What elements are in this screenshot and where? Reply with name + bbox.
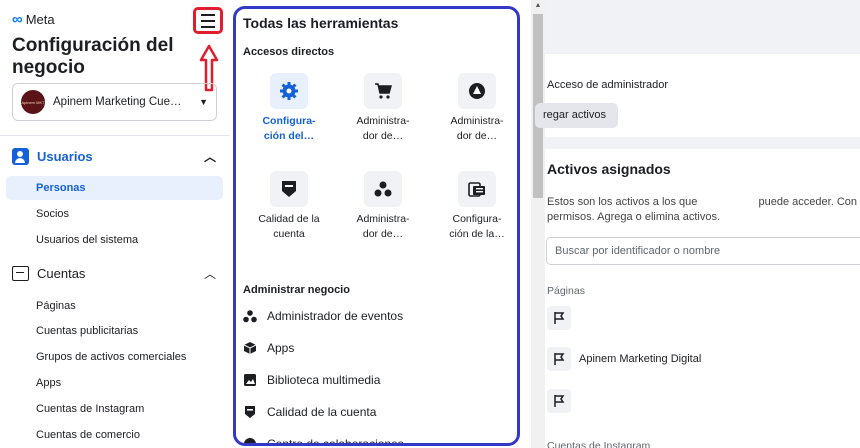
sidebar-item-personas[interactable]: Personas (6, 176, 223, 200)
tool-events-manager[interactable]: Administrador de eventos (243, 309, 403, 323)
shortcut-label: ción del… (263, 130, 315, 142)
shortcut-label: dor de… (456, 130, 498, 142)
tool-apps[interactable]: Apps (243, 341, 294, 355)
page-name: Apinem Marketing Digital (579, 353, 702, 365)
flag-icon (547, 306, 571, 330)
description-line: permisos. Agrega o elimina activos. (547, 211, 721, 223)
section-separator (545, 137, 860, 149)
caret-down-icon: ▼ (199, 97, 208, 107)
business-account-selector[interactable]: Apinem MKT Apinem Marketing Cuent… ▼ (12, 83, 217, 121)
tool-account-quality[interactable]: Calidad de la cuenta (243, 405, 376, 419)
menu-line-icon (201, 25, 215, 28)
handshake-icon (243, 437, 257, 443)
section-accounts-label: Cuentas (37, 265, 86, 281)
archive-icon (12, 265, 29, 281)
tool-media-library[interactable]: Biblioteca multimedia (243, 373, 380, 387)
page-title: Configuración del negocio (12, 35, 174, 78)
shortcut-label: dor de… (362, 228, 404, 240)
meta-logo-text: Meta (25, 12, 55, 27)
image-icon (243, 373, 257, 387)
tool-label: Calidad de la cuenta (267, 405, 377, 419)
gear-icon (270, 73, 308, 109)
sidebar-item-apps[interactable]: Apps (6, 371, 223, 395)
events-icon (364, 171, 402, 207)
page-row[interactable] (547, 306, 571, 330)
section-accounts[interactable]: Cuentas ︿ (12, 260, 222, 286)
shield-icon (270, 171, 308, 207)
tool-label: Administrador de eventos (267, 309, 404, 323)
sidebar-item-system-users[interactable]: Usuarios del sistema (6, 228, 223, 252)
sidebar-item-commerce-accounts[interactable]: Cuentas de comercio (6, 423, 223, 447)
shield-icon (243, 405, 257, 419)
sidebar-item-ad-accounts[interactable]: Cuentas publicitarias (6, 319, 223, 343)
page-row[interactable]: Apinem Marketing Digital (547, 347, 701, 371)
section-users-label: Usuarios (37, 148, 93, 164)
shortcuts-heading: Accesos directos (243, 46, 335, 58)
cart-icon (364, 73, 402, 109)
shortcut-business-settings[interactable]: Configura- ción del… (250, 73, 328, 144)
shortcut-label: Administra- (356, 213, 410, 225)
shortcut-catalog-settings[interactable]: Configura- ción de la… (438, 171, 516, 242)
flag-icon (547, 389, 571, 413)
page-row[interactable] (547, 389, 571, 413)
tool-collaboration-center[interactable]: Centro de colaboraciones (243, 437, 404, 446)
divider (0, 135, 230, 136)
pages-section-label: Páginas (547, 285, 585, 297)
catalog-icon (458, 171, 496, 207)
menu-line-icon (201, 19, 215, 22)
chevron-up-icon: ︿ (203, 149, 216, 164)
flag-icon (547, 347, 571, 371)
sidebar-item-asset-groups[interactable]: Grupos de activos comerciales (6, 345, 223, 369)
assigned-assets-description: Estos son los activos a los que puede ac… (547, 195, 860, 225)
assigned-assets-title: Activos asignados (547, 161, 671, 177)
shortcut-label: Configura- (262, 115, 316, 127)
content-header-area (545, 0, 860, 54)
users-icon (12, 147, 29, 165)
shortcut-account-quality[interactable]: Calidad de la cuenta (250, 171, 328, 242)
chevron-up-icon: ︿ (203, 266, 216, 281)
sidebar-item-pages[interactable]: Páginas (6, 294, 223, 318)
shortcut-label: dor de… (362, 130, 404, 142)
shortcut-label: Administra- (450, 115, 504, 127)
tool-label: Apps (267, 341, 295, 355)
shortcut-ads-manager[interactable]: Administra- dor de… (438, 73, 516, 144)
section-users[interactable]: Usuarios ︿ (12, 143, 222, 169)
all-tools-panel: Todas las herramientas Accesos directos … (233, 6, 520, 446)
tool-label: Centro de colaboraciones (267, 437, 404, 446)
sidebar-item-socios[interactable]: Socios (6, 202, 223, 226)
shortcut-label: Calidad de la (258, 213, 320, 225)
admin-access-label: Acceso de administrador (547, 79, 669, 91)
shortcut-label: Administra- (356, 115, 410, 127)
shortcut-events-manager[interactable]: Administra- dor de… (344, 171, 422, 242)
shortcut-commerce-manager[interactable]: Administra- dor de… (344, 73, 422, 144)
sidebar-item-instagram-accounts[interactable]: Cuentas de Instagram (6, 397, 223, 421)
triangle-icon (458, 73, 496, 109)
tools-panel-title: Todas las herramientas (243, 15, 399, 31)
description-line: Estos son los activos a los que puede ac… (547, 196, 857, 208)
account-name: Apinem Marketing Cuent… (53, 96, 188, 108)
tool-label: Biblioteca multimedia (267, 373, 381, 387)
hamburger-menu-button[interactable] (193, 7, 223, 34)
assets-search-input[interactable]: Buscar por identificador o nombre (546, 237, 860, 265)
business-settings-screen: ∞ Meta Configuración del negocio Apinem … (0, 0, 860, 448)
sidebar: ∞ Meta Configuración del negocio Apinem … (0, 0, 230, 448)
menu-line-icon (201, 13, 215, 16)
meta-infinity-icon: ∞ (12, 11, 23, 28)
add-assets-button[interactable]: regar activos (535, 103, 618, 128)
events-icon (243, 309, 257, 323)
instagram-accounts-label: Cuentas de Instagram (547, 440, 651, 448)
shortcut-label: Configura- (452, 213, 502, 225)
cube-icon (243, 341, 257, 355)
scroll-up-arrow-icon[interactable]: ▲ (533, 2, 543, 12)
avatar: Apinem MKT (21, 90, 45, 114)
meta-logo[interactable]: ∞ Meta (12, 11, 55, 28)
shortcut-label: ción de la… (449, 228, 505, 240)
shortcut-label: cuenta (273, 228, 305, 240)
manage-business-heading: Administrar negocio (243, 284, 350, 296)
